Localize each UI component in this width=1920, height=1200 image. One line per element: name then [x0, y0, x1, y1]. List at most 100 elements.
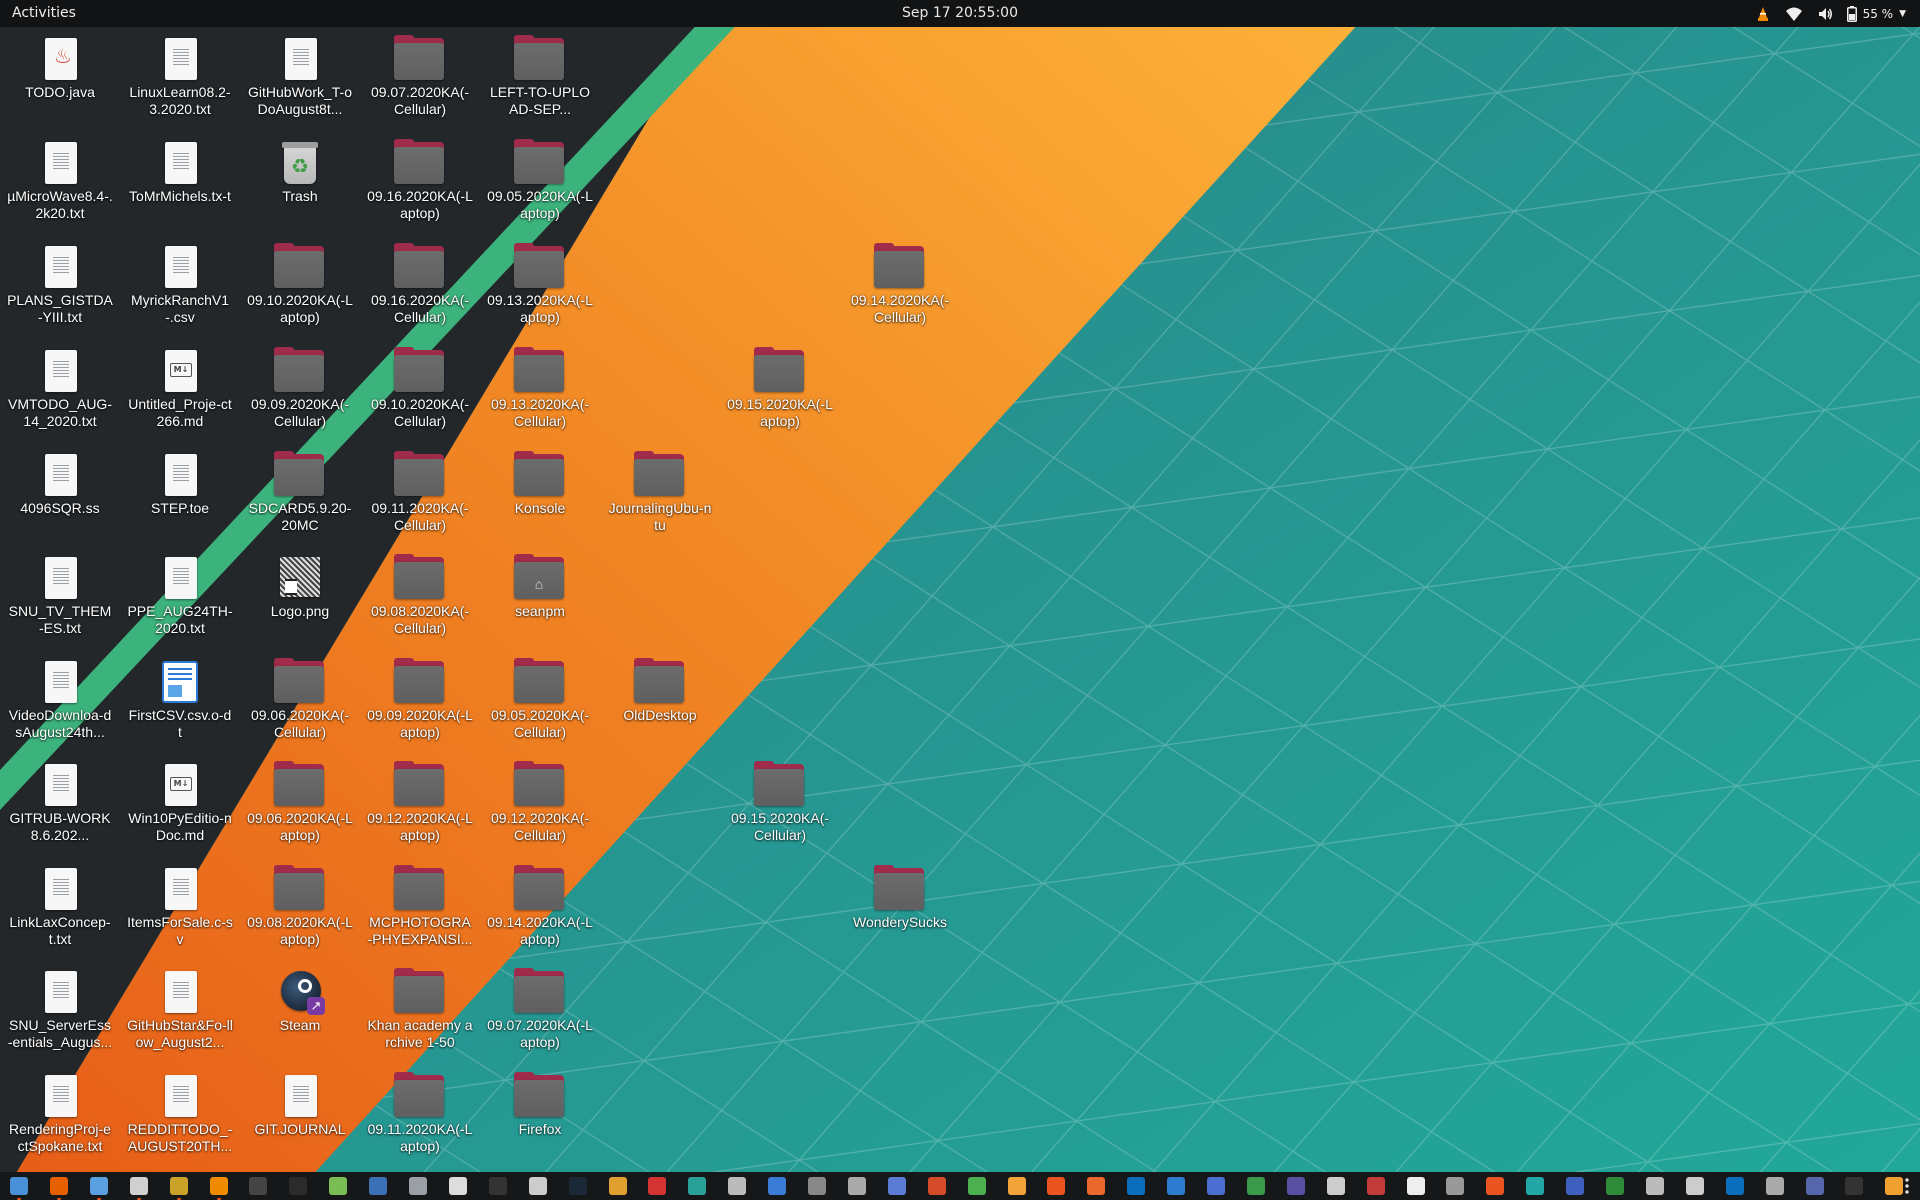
dock-doc-icon[interactable] — [768, 1177, 786, 1195]
desktop-icon-left-to-upload[interactable]: LEFT-TO-UPLOAD-SEP... — [485, 31, 595, 131]
dock-game-icon[interactable] — [609, 1177, 627, 1195]
dock-reader-icon[interactable] — [449, 1177, 467, 1195]
desktop-icon-steam[interactable]: ↗ Steam — [245, 964, 355, 1064]
activities-button[interactable]: Activities — [12, 5, 76, 21]
dock-notes-icon[interactable] — [90, 1177, 108, 1200]
desktop-icon-f-0909-cell[interactable]: 09.09.2020KA(-Cellular) — [245, 343, 355, 443]
dock-weather-icon[interactable] — [1885, 1177, 1903, 1195]
desktop-icon-f-0913-cell[interactable]: 09.13.2020KA(-Cellular) — [485, 343, 595, 443]
dock-settings-icon[interactable] — [1446, 1177, 1464, 1195]
desktop-icon-tomrmichels[interactable]: ToMrMichels.tx-t — [125, 135, 235, 235]
dock-calc-icon[interactable] — [728, 1177, 746, 1195]
desktop-icon-f-0915-cell[interactable]: 09.15.2020KA(-Cellular) — [725, 757, 835, 857]
desktop-icon-githubstar[interactable]: GitHubStar&Fo-llow_August2... — [125, 964, 235, 1064]
dock-steam-icon[interactable] — [569, 1177, 587, 1195]
dock-ubuntu-icon[interactable] — [1486, 1177, 1504, 1195]
dock-blender-icon[interactable] — [529, 1177, 547, 1195]
dock-tux-icon[interactable] — [1845, 1177, 1863, 1195]
dock-files-icon[interactable] — [130, 1177, 148, 1200]
dock-screenshot-icon[interactable] — [369, 1177, 387, 1195]
desktop-icon-sqr4096[interactable]: 4096SQR.ss — [5, 447, 115, 547]
desktop-icon-f-0912-cell[interactable]: 09.12.2020KA(-Cellular) — [485, 757, 595, 857]
desktop-icon-f-0914-cell[interactable]: 09.14.2020KA(-Cellular) — [845, 239, 955, 339]
dock-clock-icon[interactable] — [1646, 1177, 1664, 1195]
desktop-icon-renderingproj[interactable]: RenderingProj-ectSpokane.txt — [5, 1068, 115, 1168]
desktop-icon-f-0911-cell[interactable]: 09.11.2020KA(-Cellular) — [365, 447, 475, 547]
desktop-icon-f-0905-cell[interactable]: 09.05.2020KA(-Cellular) — [485, 654, 595, 754]
dock-slides-icon[interactable] — [1087, 1177, 1105, 1195]
dock-dell-support-icon[interactable] — [1726, 1177, 1744, 1195]
dock-gear-icon[interactable] — [1766, 1177, 1784, 1195]
desktop-icon-plans-gistda[interactable]: PLANS_GISTDA-YIII.txt — [5, 239, 115, 339]
desktop-icon-f-0910-lap[interactable]: 09.10.2020KA(-Laptop) — [245, 239, 355, 339]
desktop-icon-f-0914-lap[interactable]: 09.14.2020KA(-Laptop) — [485, 861, 595, 961]
desktop-icon-f-0912-lap[interactable]: 09.12.2020KA(-Laptop) — [365, 757, 475, 857]
desktop-icon-f-0916-cell[interactable]: 09.16.2020KA(-Cellular) — [365, 239, 475, 339]
dock-screen-icon[interactable] — [1806, 1177, 1824, 1195]
desktop-icon-f-0906-cell[interactable]: 09.06.2020KA(-Cellular) — [245, 654, 355, 754]
dock-wave-icon[interactable] — [1287, 1177, 1305, 1195]
dock-camera-icon[interactable] — [888, 1177, 906, 1195]
desktop-icon-snu-tv[interactable]: SNU_TV_THEM-ES.txt — [5, 550, 115, 650]
dock-tools-icon[interactable] — [848, 1177, 866, 1195]
dock-vlc-icon[interactable] — [210, 1177, 228, 1200]
desktop-icon-linuxlearn[interactable]: LinuxLearn08.2-3.2020.txt — [125, 31, 235, 131]
dock-scope-icon[interactable] — [1367, 1177, 1385, 1195]
desktop-icon-logo-png[interactable]: Logo.png — [245, 550, 355, 650]
desktop-icon-f-0908-cell[interactable]: 09.08.2020KA(-Cellular) — [365, 550, 475, 650]
desktop-icon-videodownloads[interactable]: VideoDownloa-dsAugust24th... — [5, 654, 115, 754]
desktop-icon-f-0906-lap[interactable]: 09.06.2020KA(-Laptop) — [245, 757, 355, 857]
desktop-icon-vmtodo[interactable]: VMTODO_AUG-14_2020.txt — [5, 343, 115, 443]
dock-globe-icon[interactable] — [928, 1177, 946, 1195]
dock-keyboard-icon[interactable] — [1686, 1177, 1704, 1195]
desktop-icon-todo-java[interactable]: ♨ TODO.java — [5, 31, 115, 131]
desktop-icon-win10py[interactable]: M↓ Win10PyEditio-nDoc.md — [125, 757, 235, 857]
desktop-icon-githubwork[interactable]: GitHubWork_T-oDoAugust8t... — [245, 31, 355, 131]
desktop-icon-f-0915-lap[interactable]: 09.15.2020KA(-Laptop) — [725, 343, 835, 443]
dock-drive-icon[interactable] — [1207, 1177, 1225, 1195]
dock-pen-icon[interactable] — [1327, 1177, 1345, 1195]
desktop-icon-mcphotography[interactable]: MCPHOTOGRA-PHYEXPANSI... — [365, 861, 475, 961]
dock-paint-icon[interactable] — [1008, 1177, 1026, 1195]
dock-dell-icon[interactable] — [1127, 1177, 1145, 1195]
volume-icon[interactable] — [1817, 6, 1833, 22]
desktop-icon-reddittodo[interactable]: REDDITTODO_-AUGUST20TH... — [125, 1068, 235, 1168]
dock-sheet-icon[interactable] — [968, 1177, 986, 1195]
desktop-icon-firstcsv[interactable]: FirstCSV.csv.o-dt — [125, 654, 235, 754]
desktop-icon-ppe-aug24[interactable]: PPE_AUG24TH-2020.txt — [125, 550, 235, 650]
dock-cards-icon[interactable] — [648, 1177, 666, 1195]
desktop-icon-untitled-proj[interactable]: M↓ Untitled_Proje-ct266.md — [125, 343, 235, 443]
desktop-icon-firefox-folder[interactable]: Firefox — [485, 1068, 595, 1168]
battery-indicator[interactable]: 55 % ▼ — [1846, 6, 1906, 22]
dock-music-icon[interactable] — [1566, 1177, 1584, 1195]
dock-firefox-icon[interactable] — [50, 1177, 68, 1200]
desktop-icon-khan[interactable]: Khan academy archive 1-50 — [365, 964, 475, 1064]
desktop-icon-linklax[interactable]: LinkLaxConcep-t.txt — [5, 861, 115, 961]
desktop-icon-sdcard[interactable]: SDCARD5.9.20-20MC — [245, 447, 355, 547]
desktop-icon-journaling[interactable]: JournalingUbu-ntu — [605, 447, 715, 547]
desktop-icon-olddesktop[interactable]: OldDesktop — [605, 654, 715, 754]
dock-console-icon[interactable] — [489, 1177, 507, 1195]
dock-map-icon[interactable] — [1247, 1177, 1265, 1195]
dock-image-viewer-icon[interactable] — [329, 1177, 347, 1195]
desktop-icon-f-0907-lap[interactable]: 09.07.2020KA(-Laptop) — [485, 964, 595, 1064]
desktop-icon-step-toe[interactable]: STEP.toe — [125, 447, 235, 547]
dock-text-editor-icon[interactable] — [10, 1177, 28, 1200]
dock-monitor-icon[interactable] — [249, 1177, 267, 1195]
dock-search-icon[interactable] — [409, 1177, 427, 1195]
desktop-icon-seanpm[interactable]: ⌂ seanpm — [485, 550, 595, 650]
desktop-icon-itemsforsale[interactable]: ItemsForSale.c-sv — [125, 861, 235, 961]
dock-store-icon[interactable] — [1047, 1177, 1065, 1195]
desktop-icon-microwave[interactable]: µMicroWave8.4-.2k20.txt — [5, 135, 115, 235]
desktop-icon-wonderysucks[interactable]: WonderySucks — [845, 861, 955, 961]
desktop-icon-f-0905-lap[interactable]: 09.05.2020KA(-Laptop) — [485, 135, 595, 235]
desktop-icon-f-0916-lap[interactable]: 09.16.2020KA(-Laptop) — [365, 135, 475, 235]
system-tray[interactable]: 55 % ▼ — [1755, 3, 1906, 25]
desktop-icon-f-0913-lap[interactable]: 09.13.2020KA(-Laptop) — [485, 239, 595, 339]
desktop-icon-konsole[interactable]: Konsole — [485, 447, 595, 547]
dock-chat-icon[interactable] — [1526, 1177, 1544, 1195]
dock-archive-icon[interactable] — [170, 1177, 188, 1200]
desktop-icon-f-0909-lap[interactable]: 09.09.2020KA(-Laptop) — [365, 654, 475, 754]
desktop-icon-f-0910-cell[interactable]: 09.10.2020KA(-Cellular) — [365, 343, 475, 443]
desktop-icon-snu-server[interactable]: SNU_ServerEss-entials_Augus... — [5, 964, 115, 1064]
